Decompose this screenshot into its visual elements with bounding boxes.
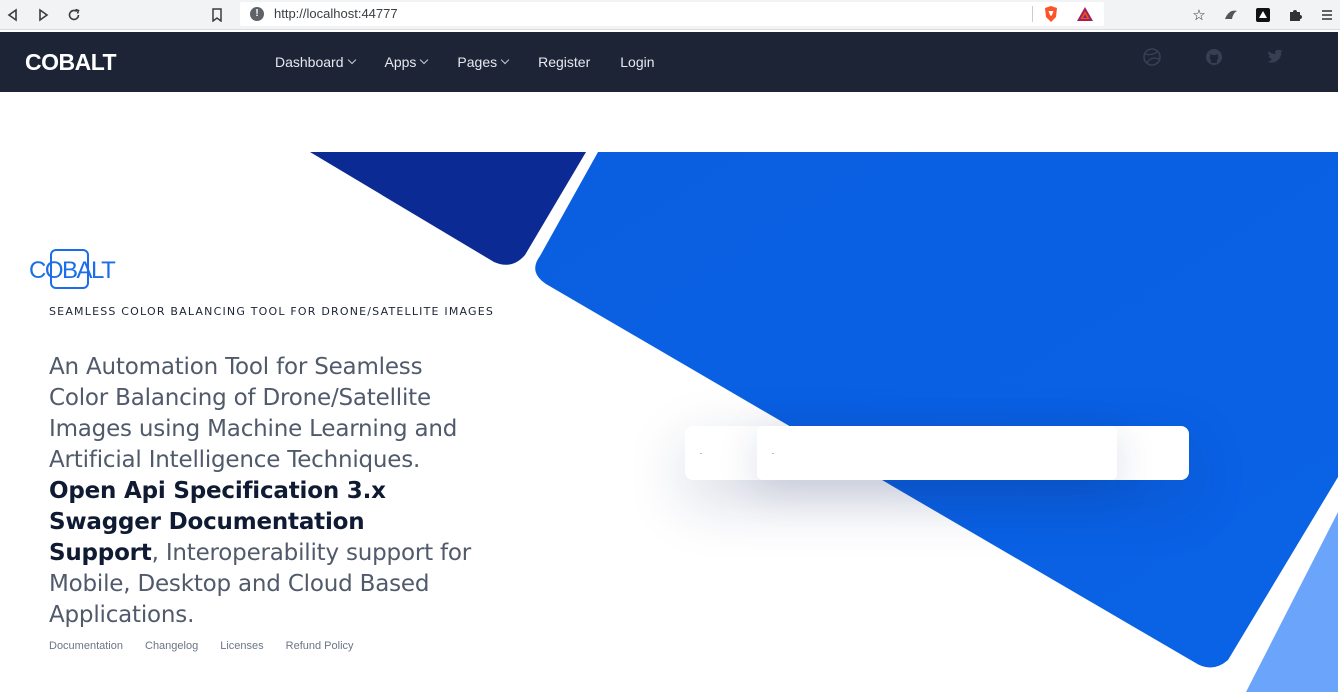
nav-menu: Dashboard Apps Pages Register Login (275, 32, 685, 92)
chevron-down-icon (500, 55, 510, 65)
rewards-icon[interactable] (1076, 5, 1094, 23)
nav-item-register[interactable]: Register (538, 54, 590, 70)
github-icon[interactable] (1203, 46, 1225, 68)
reload-icon[interactable] (64, 5, 84, 25)
twitter-icon[interactable] (1265, 46, 1287, 68)
hero-tagline: SEAMLESS COLOR BALANCING TOOL FOR DRONE/… (49, 305, 495, 318)
site-navbar: COBALT Dashboard Apps Pages Register Log… (0, 32, 1338, 92)
address-bar[interactable]: ! http://localhost:44777 (240, 2, 1104, 26)
browser-toolbar: ! http://localhost:44777 ☆ (0, 0, 1340, 30)
chevron-down-icon (347, 55, 356, 65)
extension-triangle-icon[interactable] (1254, 6, 1272, 24)
footer-link-changelog[interactable]: Changelog (145, 640, 198, 652)
back-icon[interactable] (3, 5, 23, 25)
toolbar-icons: ☆ (1190, 4, 1336, 26)
bookmark-icon[interactable] (207, 5, 227, 25)
card-dot (700, 453, 702, 454)
footer-link-refund-policy[interactable]: Refund Policy (286, 640, 354, 652)
extensions-puzzle-icon[interactable] (1286, 6, 1304, 24)
forward-icon[interactable] (33, 5, 53, 25)
nav-item-label: Apps (384, 54, 417, 70)
nav-item-label: Pages (457, 54, 498, 70)
card-dot (772, 453, 774, 454)
hero-description: An Automation Tool for Seamless Color Ba… (49, 352, 479, 631)
hero-description-part1: An Automation Tool for Seamless Color Ba… (49, 354, 458, 473)
hero-logo: COBALT (29, 257, 116, 284)
footer-links: Documentation Changelog Licenses Refund … (49, 640, 376, 652)
divider (1032, 6, 1033, 22)
dribbble-icon[interactable] (1141, 46, 1163, 68)
nav-item-label: Login (620, 54, 655, 70)
star-icon[interactable]: ☆ (1190, 6, 1208, 24)
nav-item-label: Register (538, 54, 591, 70)
info-icon[interactable]: ! (250, 7, 264, 21)
nav-item-login[interactable]: Login (620, 54, 654, 70)
floating-card-front (757, 426, 1117, 480)
nav-item-label: Dashboard (275, 54, 344, 70)
chevron-down-icon (420, 55, 429, 65)
shape-main-block (535, 152, 1338, 668)
menu-icon[interactable] (1318, 6, 1336, 24)
nav-item-pages[interactable]: Pages (457, 54, 510, 70)
brave-shield-icon[interactable] (1042, 5, 1060, 23)
footer-link-licenses[interactable]: Licenses (220, 640, 263, 652)
brand-logo[interactable]: COBALT (25, 49, 117, 76)
nav-item-dashboard[interactable]: Dashboard (275, 54, 356, 70)
extension-bird-icon[interactable] (1222, 6, 1240, 24)
footer-link-documentation[interactable]: Documentation (49, 640, 123, 652)
url-text: http://localhost:44777 (274, 6, 398, 21)
nav-item-apps[interactable]: Apps (384, 54, 429, 70)
